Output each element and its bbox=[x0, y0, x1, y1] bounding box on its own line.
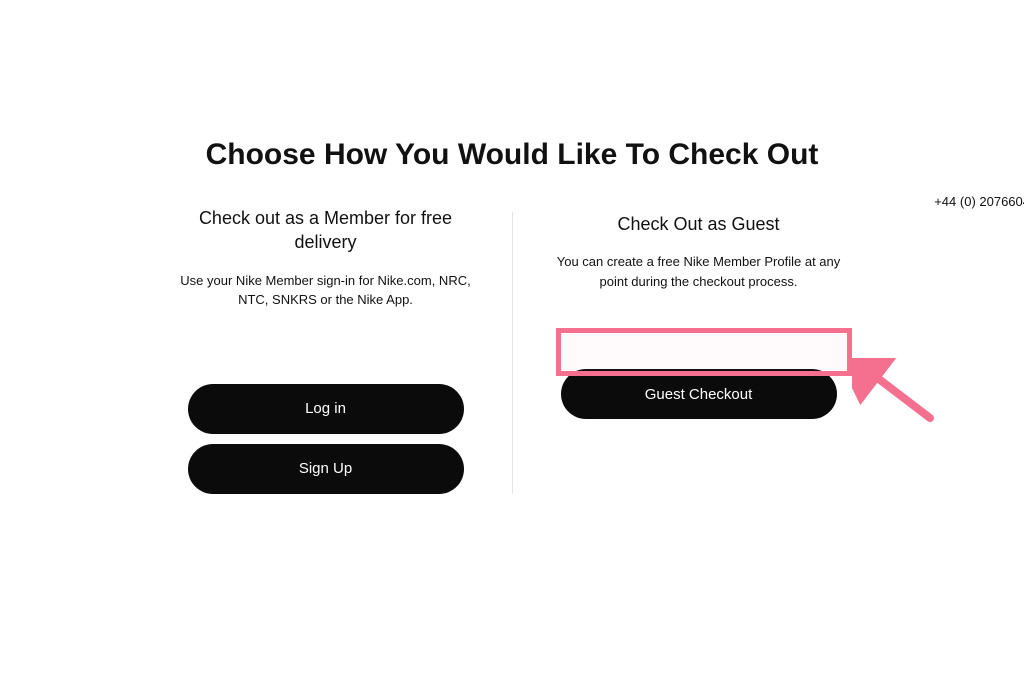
guest-column: Check Out as Guest You can create a free… bbox=[529, 206, 869, 494]
signup-button[interactable]: Sign Up bbox=[188, 444, 464, 494]
guest-checkout-button[interactable]: Guest Checkout bbox=[561, 369, 837, 419]
guest-buttons: Guest Checkout bbox=[529, 369, 869, 419]
guest-heading: Check Out as Guest bbox=[607, 212, 789, 236]
checkout-options: Check out as a Member for free delivery … bbox=[0, 206, 1024, 494]
member-subtext: Use your Nike Member sign-in for Nike.co… bbox=[156, 271, 496, 310]
login-button[interactable]: Log in bbox=[188, 384, 464, 434]
member-buttons: Log in Sign Up bbox=[156, 384, 496, 494]
member-column: Check out as a Member for free delivery … bbox=[156, 206, 496, 494]
member-heading: Check out as a Member for free delivery bbox=[156, 206, 496, 255]
guest-subtext: You can create a free Nike Member Profil… bbox=[529, 252, 869, 291]
column-divider bbox=[512, 212, 513, 494]
page-title: Choose How You Would Like To Check Out bbox=[0, 138, 1024, 172]
